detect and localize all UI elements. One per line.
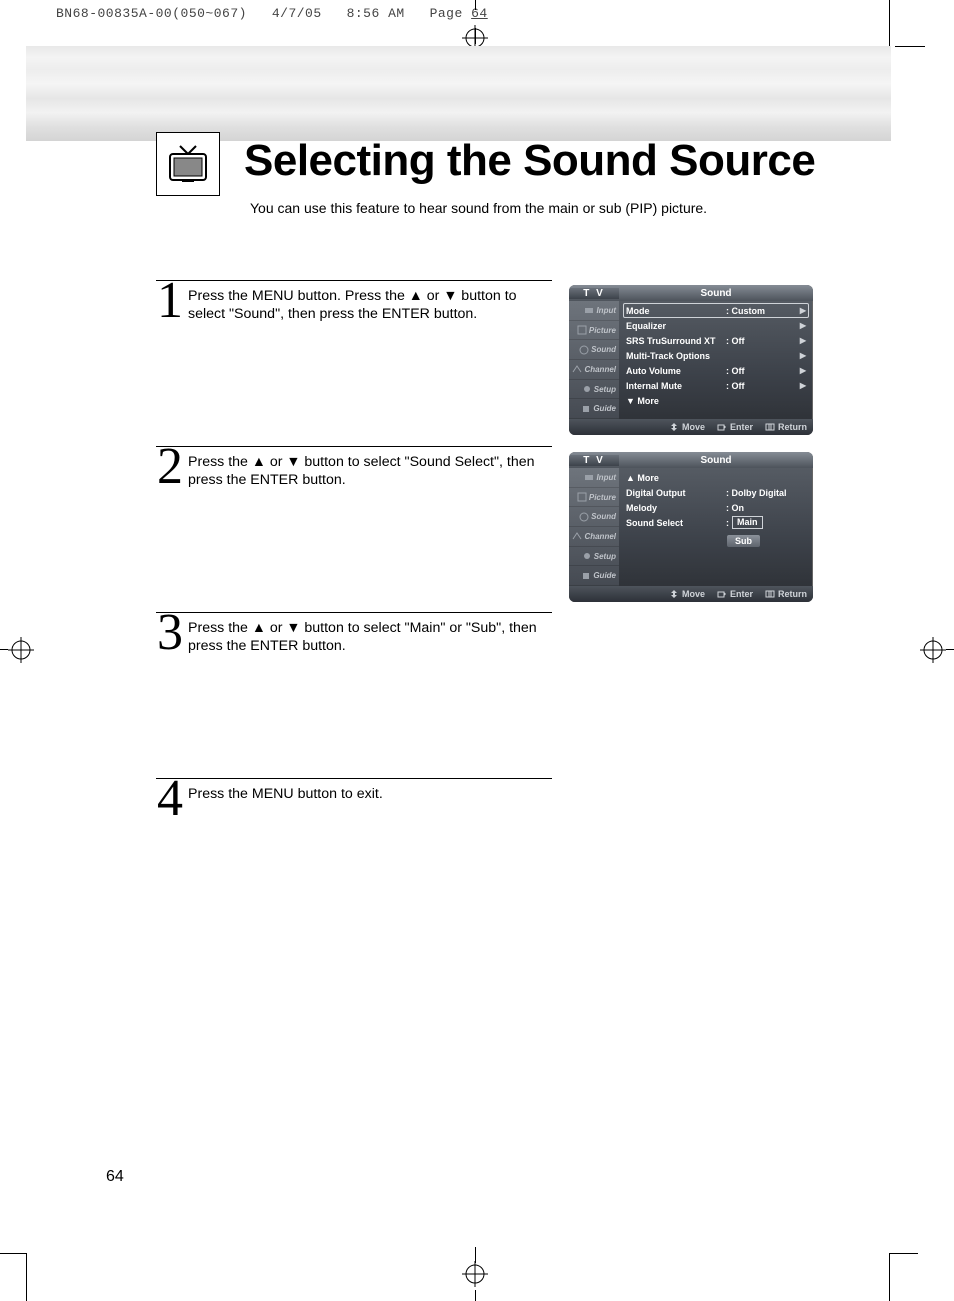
- osd-tab-setup[interactable]: Setup: [569, 547, 619, 567]
- osd-left-tabs: Input Picture Sound Channel Setup Guide: [569, 301, 619, 419]
- divider: [156, 280, 552, 281]
- osd-item-equalizer[interactable]: Equalizer ▶: [623, 318, 809, 333]
- step-text: Press the ▲ or ▼ button to select "Main"…: [188, 619, 548, 655]
- osd-item-more[interactable]: ▼ More: [623, 393, 809, 408]
- crop-mark: [0, 649, 8, 650]
- osd-panel-1: T V Sound Input Picture Sound Channel Se…: [569, 285, 813, 435]
- chevron-right-icon: ▶: [798, 366, 806, 375]
- registration-mark-icon: [8, 637, 34, 668]
- osd-tab-picture[interactable]: Picture: [569, 321, 619, 341]
- osd-tab-picture[interactable]: Picture: [569, 488, 619, 508]
- crop-mark: [889, 1253, 890, 1301]
- print-header: BN68-00835A-00(050~067) 4/7/05 8:56 AM P…: [56, 6, 488, 21]
- osd-tab-setup[interactable]: Setup: [569, 380, 619, 400]
- osd-header: T V Sound: [569, 285, 813, 301]
- osd-item-intmute[interactable]: Internal Mute : Off ▶: [623, 378, 809, 393]
- osd-option-sub[interactable]: Sub: [727, 535, 760, 547]
- page-subtitle: You can use this feature to hear sound f…: [250, 200, 707, 216]
- registration-mark-icon: [462, 1261, 488, 1292]
- crop-mark: [475, 1247, 476, 1263]
- step-number: 4: [156, 779, 184, 819]
- chevron-right-icon: ▶: [798, 381, 806, 390]
- osd-tv-label: T V: [569, 288, 619, 299]
- osd-tv-label: T V: [569, 455, 619, 466]
- osd-item-more-up[interactable]: ▲ More: [623, 470, 809, 485]
- osd-title: Sound: [619, 288, 813, 299]
- crop-mark: [890, 1253, 918, 1254]
- osd-menu: ▲ More Digital Output : Dolby Digital Me…: [619, 468, 813, 586]
- step-number: 3: [156, 613, 184, 653]
- registration-mark-icon: [920, 637, 946, 668]
- osd-tab-sound[interactable]: Sound: [569, 507, 619, 527]
- osd-item-melody[interactable]: Melody : On: [623, 500, 809, 515]
- chevron-right-icon: ▶: [798, 351, 806, 360]
- step-text: Press the MENU button. Press the ▲ or ▼ …: [188, 287, 548, 323]
- osd-hint-move: Move: [669, 422, 705, 432]
- doc-date: 4/7/05: [272, 6, 322, 21]
- chevron-right-icon: ▶: [798, 321, 806, 330]
- osd-item-digital-output[interactable]: Digital Output : Dolby Digital: [623, 485, 809, 500]
- header-bar: [26, 46, 891, 141]
- step-text: Press the MENU button to exit.: [188, 785, 548, 803]
- crop-mark: [26, 1253, 27, 1301]
- osd-hint-enter: Enter: [717, 422, 753, 432]
- osd-option-sub-row: Sub: [727, 531, 809, 549]
- step-text: Press the ▲ or ▼ button to select "Sound…: [188, 453, 548, 489]
- tv-icon: [156, 132, 220, 196]
- crop-mark: [475, 0, 476, 10]
- osd-footer: Move Enter Return: [569, 419, 813, 435]
- doc-id: BN68-00835A-00(050~067): [56, 6, 247, 21]
- crop-mark: [475, 1290, 476, 1301]
- chevron-right-icon: ▶: [798, 336, 806, 345]
- crop-mark: [0, 1253, 26, 1254]
- osd-tab-channel[interactable]: Channel: [569, 527, 619, 547]
- step-number: 2: [156, 447, 184, 487]
- osd-header: T V Sound: [569, 452, 813, 468]
- divider: [156, 778, 552, 779]
- crop-mark: [889, 0, 890, 46]
- osd-item-sound-select[interactable]: Sound Select : Main: [623, 515, 809, 530]
- osd-hint-return: Return: [765, 422, 807, 432]
- osd-item-srs[interactable]: SRS TruSurround XT : Off ▶: [623, 333, 809, 348]
- osd-tab-guide[interactable]: Guide: [569, 566, 619, 586]
- osd-panel-2: T V Sound Input Picture Sound Channel Se…: [569, 452, 813, 602]
- osd-title: Sound: [619, 455, 813, 466]
- crop-mark: [895, 46, 925, 47]
- doc-page-num: 64: [471, 6, 488, 21]
- step-number: 1: [156, 281, 184, 321]
- osd-tab-input[interactable]: Input: [569, 301, 619, 321]
- osd-item-multitrack[interactable]: Multi-Track Options ▶: [623, 348, 809, 363]
- osd-tab-sound[interactable]: Sound: [569, 340, 619, 360]
- chevron-right-icon: ▶: [798, 306, 806, 315]
- osd-left-tabs: Input Picture Sound Channel Setup Guide: [569, 468, 619, 586]
- osd-menu: Mode : Custom ▶ Equalizer ▶ SRS TruSurro…: [619, 301, 813, 419]
- osd-option-main[interactable]: Main: [732, 516, 763, 529]
- crop-mark: [946, 649, 954, 650]
- osd-hint-move: Move: [669, 589, 705, 599]
- osd-tab-input[interactable]: Input: [569, 468, 619, 488]
- divider: [156, 612, 552, 613]
- divider: [156, 446, 552, 447]
- osd-tab-channel[interactable]: Channel: [569, 360, 619, 380]
- page-title: Selecting the Sound Source: [244, 136, 815, 186]
- step-4: 4 Press the MENU button to exit.: [156, 778, 816, 819]
- osd-footer: Move Enter Return: [569, 586, 813, 602]
- osd-hint-return: Return: [765, 589, 807, 599]
- osd-item-mode[interactable]: Mode : Custom ▶: [623, 303, 809, 318]
- osd-hint-enter: Enter: [717, 589, 753, 599]
- step-3: 3 Press the ▲ or ▼ button to select "Mai…: [156, 612, 816, 655]
- doc-time: 8:56 AM: [347, 6, 405, 21]
- doc-page-word: Page: [430, 6, 463, 21]
- osd-item-autovol[interactable]: Auto Volume : Off ▶: [623, 363, 809, 378]
- page-number: 64: [106, 1168, 124, 1186]
- osd-tab-guide[interactable]: Guide: [569, 399, 619, 419]
